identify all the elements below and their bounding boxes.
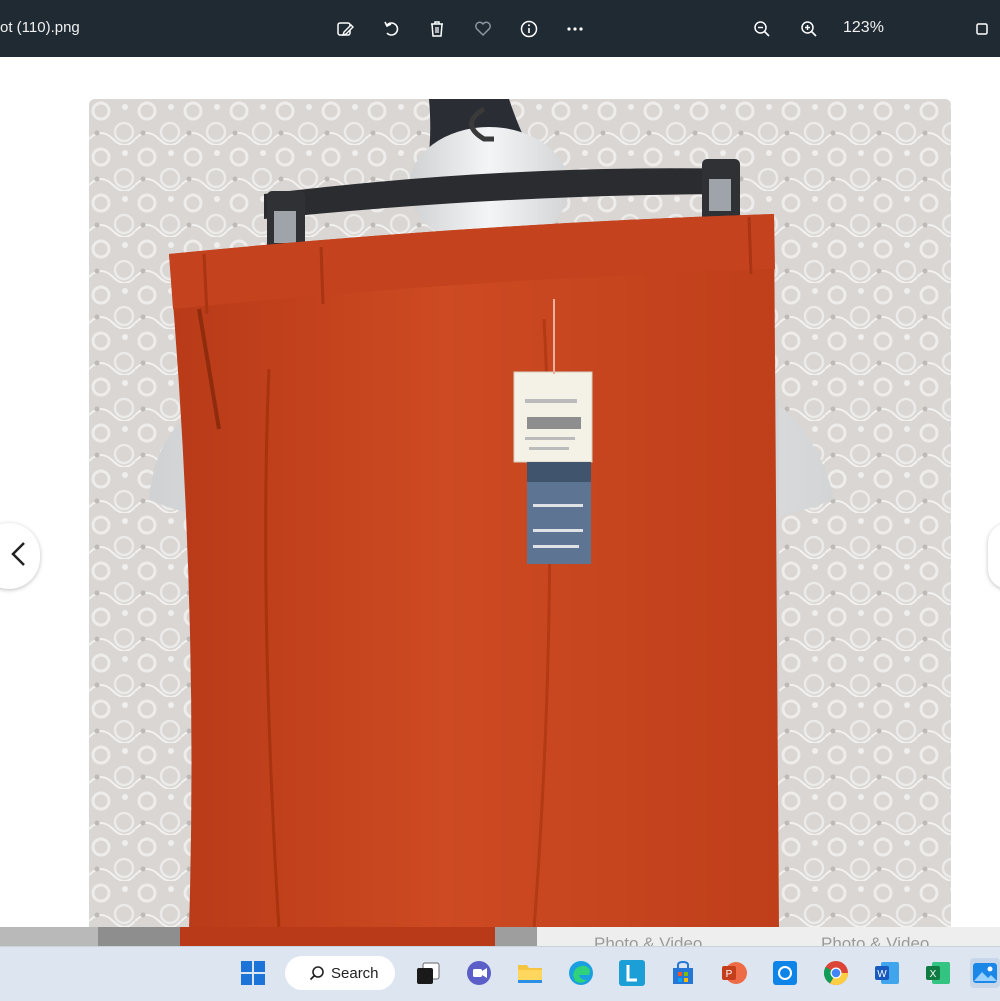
- strip-block: [180, 927, 495, 947]
- chrome-icon[interactable]: [821, 958, 851, 988]
- chevron-left-icon: [10, 541, 28, 572]
- file-explorer-icon[interactable]: [515, 958, 545, 988]
- next-image-button[interactable]: [988, 523, 1000, 589]
- excel-icon[interactable]: X: [923, 958, 953, 988]
- maximize-icon[interactable]: [969, 16, 995, 42]
- l-app-icon[interactable]: [617, 958, 647, 988]
- svg-text:W: W: [877, 969, 887, 980]
- task-view-icon[interactable]: [413, 958, 443, 988]
- teams-icon[interactable]: [464, 958, 494, 988]
- edge-icon[interactable]: [566, 958, 596, 988]
- title-bar: ot (110).png 123%: [0, 0, 1000, 57]
- svg-text:X: X: [930, 969, 937, 980]
- photos-icon[interactable]: [970, 958, 1000, 988]
- windows-start-icon[interactable]: [238, 958, 268, 988]
- powerpoint-icon[interactable]: P: [719, 958, 749, 988]
- strip-block: [495, 927, 537, 947]
- blue-app-icon[interactable]: [770, 958, 800, 988]
- taskbar: Search P W X: [0, 946, 1000, 1001]
- window-title: ot (110).png: [0, 19, 80, 36]
- delete-icon[interactable]: [424, 16, 450, 42]
- strip-label: Photo & Video: [594, 934, 703, 947]
- strip-block: [98, 927, 180, 947]
- store-icon[interactable]: [668, 958, 698, 988]
- background-window-strip: Photo & Video Photo & Video: [0, 927, 1000, 947]
- edit-image-icon[interactable]: [332, 16, 358, 42]
- more-icon[interactable]: [562, 16, 588, 42]
- favorite-icon[interactable]: [470, 16, 496, 42]
- search-label: Search: [331, 964, 379, 982]
- zoom-out-icon[interactable]: [749, 16, 775, 42]
- svg-text:P: P: [726, 969, 733, 980]
- photo-image: [89, 99, 951, 929]
- strip-block: [0, 927, 98, 947]
- rotate-icon[interactable]: [379, 16, 405, 42]
- info-icon[interactable]: [516, 16, 542, 42]
- strip-label: Photo & Video: [821, 934, 930, 947]
- word-icon[interactable]: W: [872, 958, 902, 988]
- taskbar-search[interactable]: Search: [285, 956, 395, 990]
- zoom-in-icon[interactable]: [796, 16, 822, 42]
- zoom-level[interactable]: 123%: [843, 19, 884, 37]
- search-icon: [309, 966, 324, 981]
